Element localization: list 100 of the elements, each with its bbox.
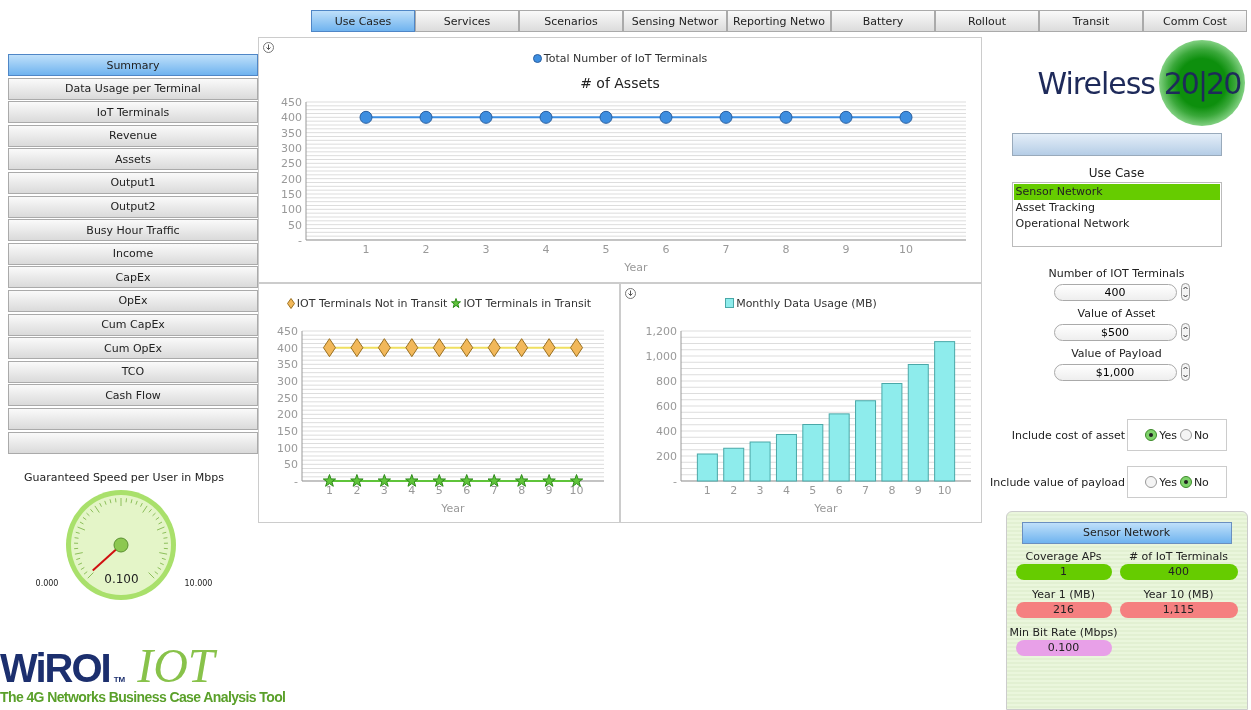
bar: [802, 424, 824, 482]
metric-label: # of IoT Terminals: [1128, 550, 1229, 563]
axis-tick-label: 5: [435, 484, 443, 497]
tab[interactable]: Scenarios: [519, 10, 623, 32]
sidebar-button[interactable]: Data Usage per Terminal: [8, 77, 258, 100]
sidebar-button[interactable]: [8, 431, 258, 454]
sidebar-button[interactable]: OpEx: [8, 289, 258, 312]
data-point: [432, 474, 446, 487]
chart-menu-icon[interactable]: [625, 288, 636, 299]
sidebar-button[interactable]: Revenue: [8, 124, 258, 147]
data-point: [719, 110, 733, 124]
stepper-icon[interactable]: [1180, 283, 1190, 301]
tab[interactable]: Battery: [831, 10, 935, 32]
gauge-title: Guaranteed Speed per User in Mbps: [24, 470, 224, 484]
sidebar-button[interactable]: IoT Terminals: [8, 101, 258, 124]
radio-button[interactable]: [1145, 476, 1158, 488]
axis-tick-label: 6: [662, 243, 670, 256]
data-point: [779, 110, 793, 124]
axis-tick-label: 5: [809, 484, 817, 497]
data-point: [542, 338, 556, 358]
axis-tick-label: -: [298, 234, 302, 247]
axis-tick-label: 3: [756, 484, 764, 497]
legend-swatch: [286, 297, 295, 309]
chart-menu-icon[interactable]: [263, 42, 274, 53]
list-item[interactable]: Sensor Network: [1013, 184, 1220, 200]
metric-label: Min Bit Rate (Mbps): [1009, 626, 1118, 639]
legend-label: Monthly Data Usage (MB): [736, 296, 877, 310]
sidebar-button[interactable]: Cash Flow: [8, 384, 258, 407]
chart-title: # of Assets: [579, 75, 661, 93]
metric-value: 216: [1015, 602, 1112, 618]
data-point: [405, 474, 419, 487]
metric-value: 400: [1119, 564, 1238, 580]
list-item[interactable]: Operational Network: [1013, 216, 1220, 232]
axis-tick-label: 10: [899, 243, 913, 256]
axis-tick-label: 8: [518, 484, 526, 497]
sidebar-button[interactable]: Cum CapEx: [8, 313, 258, 336]
legend-swatch: [451, 298, 462, 308]
option-label: Include value of payload: [990, 475, 1125, 489]
tab[interactable]: Use Cases: [311, 10, 415, 32]
axis-tick-label: 400: [281, 111, 302, 125]
tab[interactable]: Comm Cost: [1143, 10, 1247, 32]
sidebar-button[interactable]: Summary: [8, 54, 258, 76]
axis-tick-label: -: [673, 475, 677, 488]
tab[interactable]: Reporting Netwo: [727, 10, 831, 32]
tab[interactable]: Transit: [1039, 10, 1143, 32]
sidebar-button[interactable]: Output1: [8, 171, 258, 194]
sidebar-button[interactable]: Income: [8, 242, 258, 265]
field-label: Use Case: [1088, 166, 1145, 180]
radio-button[interactable]: [1179, 429, 1192, 441]
sidebar-button[interactable]: Busy Hour Traffic: [8, 219, 258, 242]
data-point: [405, 338, 419, 358]
axis-tick-label: 6: [835, 484, 843, 497]
legend-label: Total Number of IoT Terminals: [543, 51, 708, 65]
tab[interactable]: Sensing Networ: [623, 10, 727, 32]
stepper-icon[interactable]: [1180, 363, 1190, 381]
data-point: [515, 474, 529, 487]
axis-tick-label: 200: [656, 450, 677, 463]
data-point: [515, 338, 529, 358]
axis-tick-label: -: [294, 475, 298, 488]
number-field[interactable]: $1,000: [1053, 363, 1177, 381]
stepper-icon[interactable]: [1180, 323, 1190, 341]
gauge-min-label: 0.000: [35, 578, 59, 590]
axis-tick-label: 1,000: [645, 350, 677, 363]
sidebar-button[interactable]: Cum OpEx: [8, 337, 258, 360]
sidebar-button[interactable]: [8, 407, 258, 430]
tab[interactable]: Rollout: [935, 10, 1039, 32]
metric-value: 1: [1015, 564, 1112, 580]
bar: [723, 447, 745, 482]
list-item[interactable]: Asset Tracking: [1013, 200, 1220, 216]
axis-tick-label: 10: [937, 484, 952, 497]
data-point: [570, 338, 584, 358]
radio-button[interactable]: [1179, 476, 1192, 488]
legend-label: IOT Terminals Not in Transit: [296, 296, 448, 310]
data-point: [419, 110, 433, 124]
sidebar-button[interactable]: Output2: [8, 195, 258, 218]
sidebar-button[interactable]: TCO: [8, 360, 258, 383]
sidebar-button[interactable]: Assets: [8, 148, 258, 171]
sidebar-button[interactable]: CapEx: [8, 266, 258, 289]
data-point: [350, 474, 364, 487]
data-point: [569, 474, 584, 487]
radio-button[interactable]: [1145, 429, 1158, 441]
gauge-max-label: 10.000: [184, 578, 213, 590]
axis-title: Year: [441, 502, 465, 515]
number-field[interactable]: 400: [1053, 283, 1177, 301]
radio-label: Yes: [1159, 428, 1177, 442]
data-point: [539, 110, 553, 124]
bar: [749, 441, 771, 482]
card-title: Sensor Network: [1021, 522, 1232, 544]
axis-tick-label: 9: [914, 484, 922, 497]
axis-tick-label: 100: [281, 203, 302, 217]
axis-title: Year: [624, 261, 648, 274]
axis-tick-label: 2: [353, 484, 361, 497]
axis-tick-label: 50: [284, 458, 298, 472]
number-field[interactable]: $500: [1053, 323, 1177, 341]
axis-tick-label: 400: [656, 425, 677, 438]
data-point: [599, 110, 613, 124]
metric-value: 1,115: [1119, 602, 1238, 618]
axis-tick-label: 1: [703, 484, 711, 497]
radio-label: Yes: [1159, 475, 1177, 489]
tab[interactable]: Services: [415, 10, 519, 32]
